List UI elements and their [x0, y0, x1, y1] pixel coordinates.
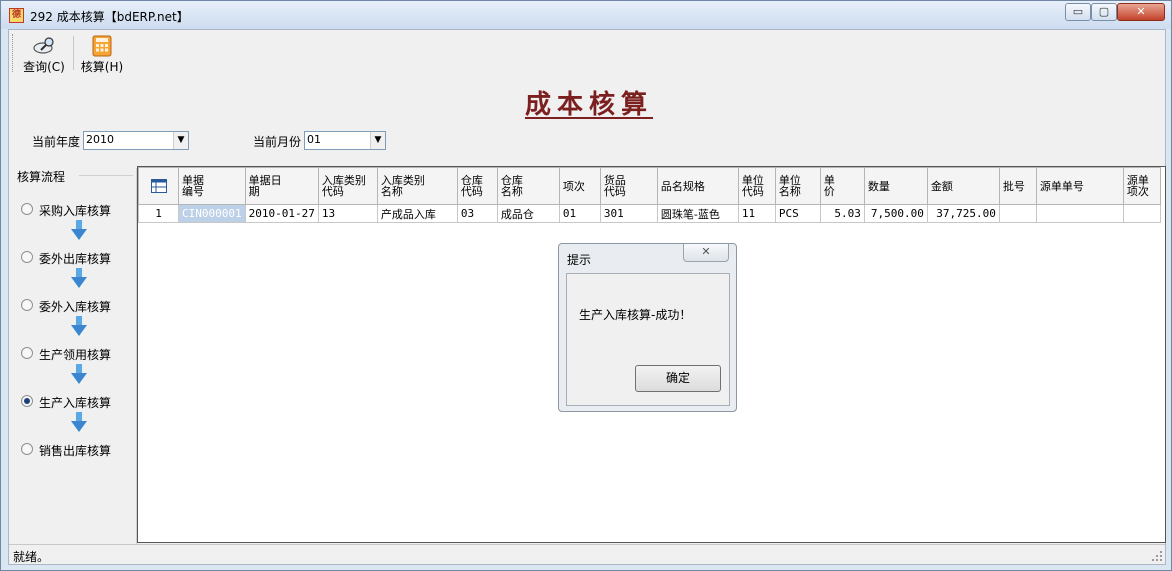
cell-warehouse-code[interactable]: 03: [456, 204, 498, 223]
page-title: 成本核算: [524, 90, 653, 120]
arrow-down-icon: [71, 316, 87, 336]
column-header[interactable]: 单 价: [819, 167, 865, 205]
maximize-button[interactable]: ▢: [1091, 3, 1117, 21]
table-icon: [150, 179, 167, 193]
radio-button[interactable]: [21, 347, 33, 359]
cell-doc-date[interactable]: 2010-01-27: [244, 204, 319, 223]
column-header[interactable]: 品名规格: [656, 167, 739, 205]
cell-quantity[interactable]: 7,500.00: [863, 204, 928, 223]
column-header[interactable]: 批号: [998, 167, 1037, 205]
status-bar: 就绪。: [9, 544, 1165, 564]
radio-button-selected[interactable]: [21, 395, 33, 407]
dialog-title: 提示: [567, 253, 592, 267]
window-title: 292 成本核算【bdERP.net】: [30, 10, 189, 24]
calculate-button[interactable]: 核算(H): [79, 33, 125, 75]
cell-doc-no[interactable]: CIN000001: [178, 204, 246, 223]
cell-amount[interactable]: 37,725.00: [926, 204, 1000, 223]
column-header[interactable]: 仓库 名称: [496, 167, 560, 205]
close-button[interactable]: ✕: [1117, 3, 1165, 21]
grid-corner[interactable]: [138, 167, 179, 205]
month-select[interactable]: 01 ▼: [304, 131, 386, 150]
column-header[interactable]: 入库类别 名称: [376, 167, 458, 205]
year-select[interactable]: 2010 ▼: [83, 131, 189, 150]
app-window: 德 292 成本核算【bdERP.net】 ▭ ▢ ✕ 查询(C) 核算(H) …: [0, 0, 1172, 571]
cell-unit-price[interactable]: 5.03: [819, 204, 865, 223]
toolbar-separator: [73, 36, 74, 70]
cell-in-type-code[interactable]: 13: [317, 204, 378, 223]
resize-grip-icon[interactable]: [1151, 550, 1163, 562]
dialog-body: 生产入库核算-成功！ 确定: [566, 273, 730, 406]
flow-item-label: 生产入库核算: [39, 396, 112, 410]
title-bar[interactable]: 德 292 成本核算【bdERP.net】 ▭ ▢ ✕: [1, 1, 1171, 29]
calculator-icon: [92, 35, 112, 57]
cell-warehouse-name[interactable]: 成品仓: [496, 204, 560, 223]
cell-item-spec[interactable]: 圆珠笔-蓝色: [656, 204, 739, 223]
toolbar: 查询(C) 核算(H): [9, 30, 1165, 76]
cell-source-doc-no[interactable]: [1035, 204, 1124, 223]
cell-item-code[interactable]: 301: [599, 204, 658, 223]
cell-unit-name[interactable]: PCS: [774, 204, 821, 223]
cell-line-no[interactable]: 01: [558, 204, 601, 223]
flow-item-label: 委外入库核算: [39, 300, 112, 314]
chevron-down-icon[interactable]: ▼: [370, 132, 385, 149]
radio-button[interactable]: [21, 203, 33, 215]
cell-source-line[interactable]: [1122, 204, 1161, 223]
grid-table: 单据 编号 单据日 期 入库类别 代码 入库类别 名称 仓库 代码 仓库 名称 …: [138, 167, 1161, 223]
arrow-down-icon: [71, 268, 87, 288]
chevron-down-icon[interactable]: ▼: [173, 132, 188, 149]
radio-button[interactable]: [21, 443, 33, 455]
arrow-down-icon: [71, 364, 87, 384]
column-header[interactable]: 入库类别 代码: [317, 167, 378, 205]
row-number[interactable]: 1: [138, 204, 179, 223]
flow-title: 核算流程: [17, 168, 70, 185]
group-divider: [79, 175, 133, 176]
app-icon: 德: [9, 8, 24, 23]
radio-button[interactable]: [21, 299, 33, 311]
flow-item-label: 委外出库核算: [39, 252, 112, 266]
year-label: 当前年度: [32, 135, 81, 149]
column-header[interactable]: 源单单号: [1035, 167, 1124, 205]
flow-item-label: 采购入库核算: [39, 204, 112, 218]
flow-item-label: 生产领用核算: [39, 348, 112, 362]
column-header[interactable]: 单位 代码: [737, 167, 776, 205]
column-header[interactable]: 货品 代码: [599, 167, 658, 205]
year-value: 2010: [86, 133, 114, 146]
column-header[interactable]: 仓库 代码: [456, 167, 498, 205]
column-header[interactable]: 金额: [926, 167, 1000, 205]
column-header[interactable]: 单据 编号: [178, 167, 246, 205]
arrow-down-icon: [71, 412, 87, 432]
grid-header-row: 单据 编号 单据日 期 入库类别 代码 入库类别 名称 仓库 代码 仓库 名称 …: [138, 167, 1161, 205]
flow-panel: 核算流程 采购入库核算 委外出库核算 委外入库核算 生产领用核算 生产入库核算 …: [9, 168, 137, 544]
flow-item-label: 销售出库核算: [39, 444, 112, 458]
calculate-label: 核算(H): [80, 60, 124, 74]
query-button[interactable]: 查询(C): [21, 33, 67, 75]
column-header[interactable]: 单据日 期: [244, 167, 319, 205]
column-header[interactable]: 项次: [558, 167, 601, 205]
arrow-down-icon: [71, 220, 87, 240]
cell-unit-code[interactable]: 11: [737, 204, 776, 223]
column-header[interactable]: 数量: [863, 167, 928, 205]
toolbar-grip[interactable]: [12, 34, 15, 72]
message-dialog: 提示 ✕ 生产入库核算-成功！ 确定: [558, 243, 737, 412]
column-header[interactable]: 单位 名称: [774, 167, 821, 205]
dialog-message: 生产入库核算-成功！: [579, 308, 692, 322]
cell-batch-no[interactable]: [998, 204, 1037, 223]
table-row[interactable]: 1 CIN000001 2010-01-27 13 产成品入库 03 成品仓 0…: [138, 204, 1161, 223]
column-header[interactable]: 源单 项次: [1122, 167, 1161, 205]
cell-in-type-name[interactable]: 产成品入库: [376, 204, 458, 223]
minimize-button[interactable]: ▭: [1065, 3, 1091, 21]
radio-button[interactable]: [21, 251, 33, 263]
status-text: 就绪。: [13, 550, 50, 564]
magnifier-icon: [33, 37, 54, 54]
query-label: 查询(C): [23, 60, 65, 74]
dialog-close-button[interactable]: ✕: [683, 244, 729, 262]
ok-button[interactable]: 确定: [635, 365, 721, 392]
month-label: 当前月份: [253, 135, 302, 149]
month-value: 01: [307, 133, 321, 146]
